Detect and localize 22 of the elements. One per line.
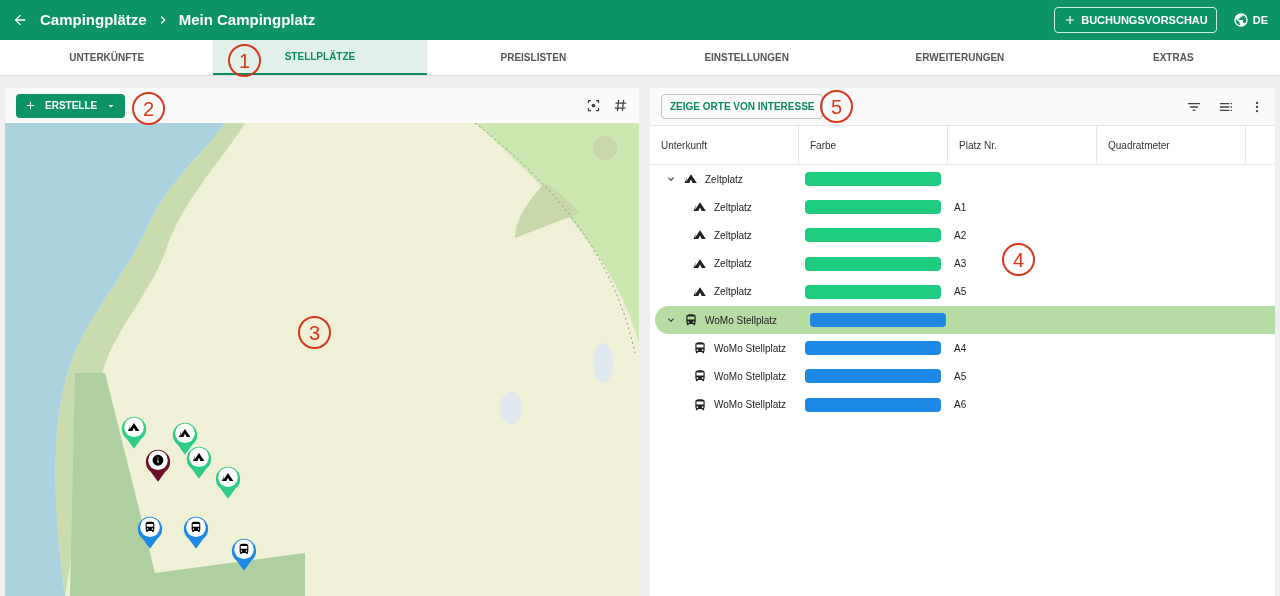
table-cell-text: A6: [953, 398, 968, 413]
table-cell-text: A5: [953, 285, 968, 300]
table-cell-text: A4: [953, 341, 968, 356]
table-cell-text: Zeltplatz: [714, 228, 752, 243]
annotation-number: 5: [820, 90, 853, 123]
table-cell-text: WoMo Stellplatz: [714, 369, 787, 384]
table-cell-text: Zeltplatz: [714, 285, 752, 300]
page-title: Mein Campingplatz: [178, 9, 316, 30]
table-cell-text: Zeltplatz: [705, 172, 743, 187]
table-cell-text: A5: [953, 369, 968, 384]
table-cell-text: A1: [953, 200, 968, 215]
annotation-number: 2: [132, 92, 165, 125]
table-cell-text: A3: [953, 257, 968, 272]
table-cell-text: A2: [953, 228, 968, 243]
annotation-number: 1: [228, 44, 261, 77]
annotation-number: 4: [1002, 243, 1035, 276]
table-cell-text: Zeltplatz: [714, 257, 752, 272]
table-cell-text: WoMo Stellplatz: [705, 313, 778, 328]
table-cell-text: WoMo Stellplatz: [714, 341, 787, 356]
table-cell-text: WoMo Stellplatz: [714, 398, 787, 413]
annotation-number: 3: [298, 316, 331, 349]
table-cell-text: Zeltplatz: [714, 200, 752, 215]
